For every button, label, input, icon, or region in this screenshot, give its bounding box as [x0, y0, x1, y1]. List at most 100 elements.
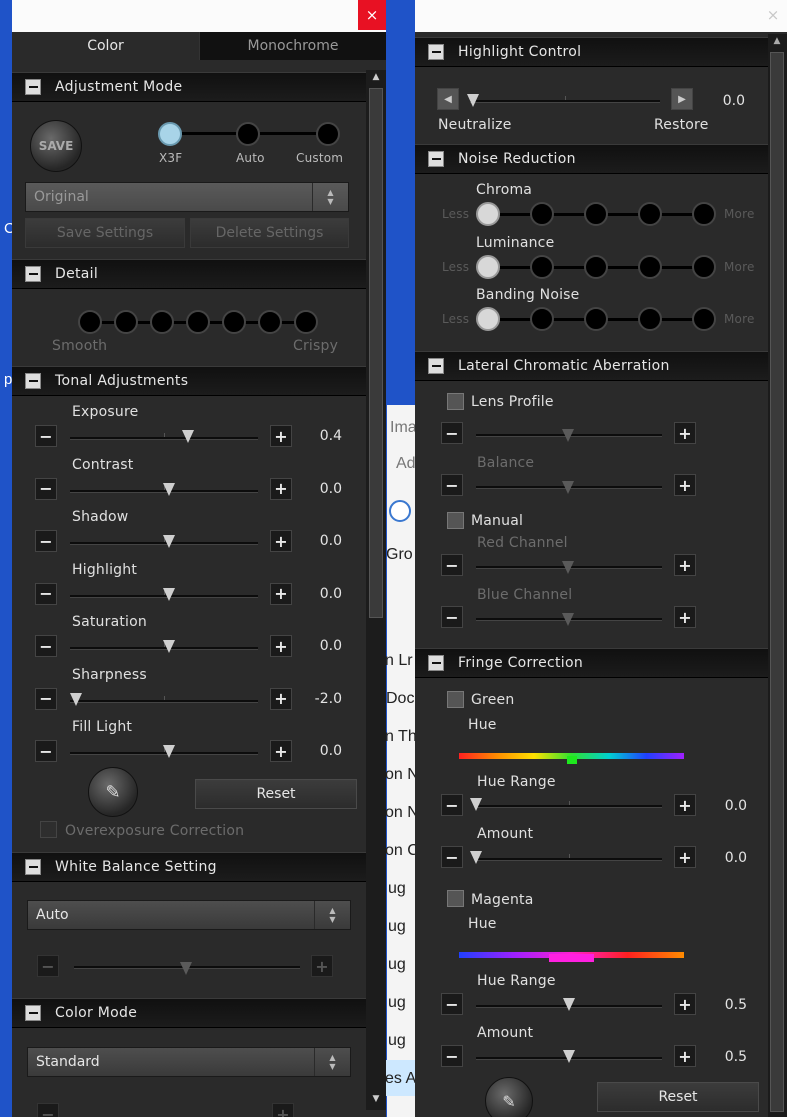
tonal-minus-button[interactable]: − — [35, 740, 57, 762]
magenta-hue-range-plus[interactable]: + — [674, 993, 696, 1015]
collapse-icon[interactable] — [428, 44, 444, 60]
detail-step[interactable] — [114, 310, 138, 334]
neutralize-arrow-button[interactable]: ◀ — [437, 88, 459, 110]
green-hue-range-track[interactable] — [476, 801, 662, 808]
magenta-amount-thumb[interactable] — [563, 1050, 575, 1063]
magenta-checkbox[interactable] — [447, 890, 464, 907]
save-settings-button[interactable]: Save Settings — [25, 218, 185, 248]
collapse-icon[interactable] — [25, 266, 41, 282]
noise-level-dot[interactable] — [638, 202, 662, 226]
tonal-plus-button[interactable]: + — [270, 687, 292, 710]
tonal-minus-button[interactable]: − — [35, 635, 57, 657]
detail-step[interactable] — [186, 310, 210, 334]
left-scrollbar[interactable]: ▲ ▼ — [366, 70, 386, 1110]
color-mode-select[interactable]: Standard ▲ ▼ — [27, 1047, 351, 1077]
red-slider-thumb[interactable] — [562, 561, 574, 574]
noise-level-dot[interactable] — [476, 307, 500, 331]
noise-level-dot[interactable] — [584, 202, 608, 226]
blue-plus-button[interactable]: + — [674, 606, 696, 628]
magenta-hue-range-marker[interactable] — [549, 954, 594, 962]
tab-monochrome[interactable]: Monochrome — [199, 32, 386, 60]
scroll-up-icon[interactable]: ▲ — [771, 36, 783, 48]
highlight-slider-track[interactable] — [470, 96, 660, 103]
preset-select[interactable]: Original ▲ ▼ — [25, 182, 349, 212]
magenta-hue-range-minus[interactable]: − — [441, 993, 463, 1015]
blue-minus-button[interactable]: − — [441, 606, 463, 628]
lens-slider-thumb[interactable] — [562, 429, 574, 442]
lens-minus-button[interactable]: − — [441, 422, 463, 444]
section-highlight-control[interactable]: Highlight Control — [415, 37, 768, 67]
section-tonal-adjustments[interactable]: Tonal Adjustments — [12, 366, 366, 396]
tonal-plus-button[interactable]: + — [270, 425, 292, 447]
wb-slider-thumb[interactable] — [180, 962, 192, 975]
tonal-plus-button[interactable]: + — [270, 740, 292, 762]
green-hue-range-plus[interactable]: + — [674, 794, 696, 816]
noise-level-dot[interactable] — [692, 202, 716, 226]
noise-level-dot[interactable] — [692, 307, 716, 331]
tonal-slider-track[interactable] — [70, 695, 258, 703]
tonal-reset-button[interactable]: Reset — [195, 779, 357, 809]
blue-slider-thumb[interactable] — [562, 613, 574, 626]
collapse-icon[interactable] — [428, 655, 444, 671]
green-hue-range-minus[interactable]: − — [441, 794, 463, 816]
noise-level-dot[interactable] — [530, 202, 554, 226]
noise-level-dot[interactable] — [638, 254, 662, 279]
collapse-icon[interactable] — [428, 358, 444, 374]
noise-level-dot[interactable] — [584, 254, 608, 279]
color-mode-minus-button[interactable]: − — [37, 1103, 59, 1117]
tonal-minus-button[interactable]: − — [35, 425, 57, 447]
mode-x3f[interactable] — [158, 122, 182, 146]
tonal-minus-button[interactable]: − — [35, 530, 57, 552]
wb-minus-button[interactable]: − — [37, 955, 59, 977]
balance-slider-thumb[interactable] — [562, 481, 574, 494]
tonal-slider-track[interactable] — [70, 433, 258, 440]
tonal-minus-button[interactable]: − — [35, 477, 57, 500]
mode-custom[interactable] — [316, 122, 340, 146]
noise-level-dot[interactable] — [692, 254, 716, 279]
lens-plus-button[interactable]: + — [674, 422, 696, 444]
section-adjustment-mode[interactable]: Adjustment Mode — [12, 72, 366, 102]
section-color-mode[interactable]: Color Mode — [12, 998, 366, 1028]
balance-plus-button[interactable]: + — [674, 474, 696, 496]
noise-level-dot[interactable] — [476, 254, 500, 279]
collapse-icon[interactable] — [25, 79, 41, 95]
green-amount-thumb[interactable] — [470, 851, 482, 864]
color-mode-plus-button[interactable]: + — [272, 1103, 294, 1117]
section-detail[interactable]: Detail — [12, 259, 366, 289]
tonal-slider-thumb[interactable] — [182, 430, 194, 443]
section-white-balance[interactable]: White Balance Setting — [12, 852, 366, 882]
mode-auto[interactable] — [236, 122, 260, 146]
tonal-slider-thumb[interactable] — [70, 692, 82, 706]
tonal-slider-thumb[interactable] — [163, 745, 175, 758]
scroll-thumb[interactable] — [369, 88, 383, 618]
magenta-hue-range-thumb[interactable] — [563, 998, 575, 1011]
fringe-auto-button[interactable]: ✎ — [485, 1077, 533, 1117]
scroll-up-icon[interactable]: ▲ — [370, 72, 382, 84]
close-button[interactable]: × — [759, 0, 787, 30]
fringe-reset-button[interactable]: Reset — [597, 1082, 759, 1112]
detail-step[interactable] — [222, 310, 246, 334]
detail-step[interactable] — [294, 310, 318, 334]
green-amount-plus[interactable]: + — [674, 846, 696, 868]
collapse-icon[interactable] — [428, 151, 444, 167]
restore-arrow-button[interactable]: ▶ — [671, 88, 693, 110]
detail-step[interactable] — [150, 310, 174, 334]
tonal-slider-thumb[interactable] — [163, 482, 175, 496]
collapse-icon[interactable] — [25, 859, 41, 875]
noise-level-dot[interactable] — [530, 254, 554, 279]
green-hue-range-thumb[interactable] — [470, 798, 482, 811]
detail-step[interactable] — [78, 310, 102, 334]
magenta-amount-minus[interactable]: − — [441, 1045, 463, 1067]
green-amount-track[interactable] — [476, 854, 662, 861]
tonal-minus-button[interactable]: − — [35, 582, 57, 605]
green-amount-minus[interactable]: − — [441, 846, 463, 868]
manual-checkbox[interactable] — [447, 512, 464, 529]
tonal-plus-button[interactable]: + — [270, 582, 292, 605]
scroll-down-icon[interactable]: ▼ — [370, 1094, 382, 1106]
tonal-minus-button[interactable]: − — [35, 687, 57, 710]
noise-level-dot[interactable] — [638, 307, 662, 331]
section-lateral-chromatic-aberration[interactable]: Lateral Chromatic Aberration — [415, 351, 768, 381]
noise-level-dot[interactable] — [584, 307, 608, 331]
delete-settings-button[interactable]: Delete Settings — [190, 218, 349, 248]
tonal-plus-button[interactable]: + — [270, 635, 292, 657]
